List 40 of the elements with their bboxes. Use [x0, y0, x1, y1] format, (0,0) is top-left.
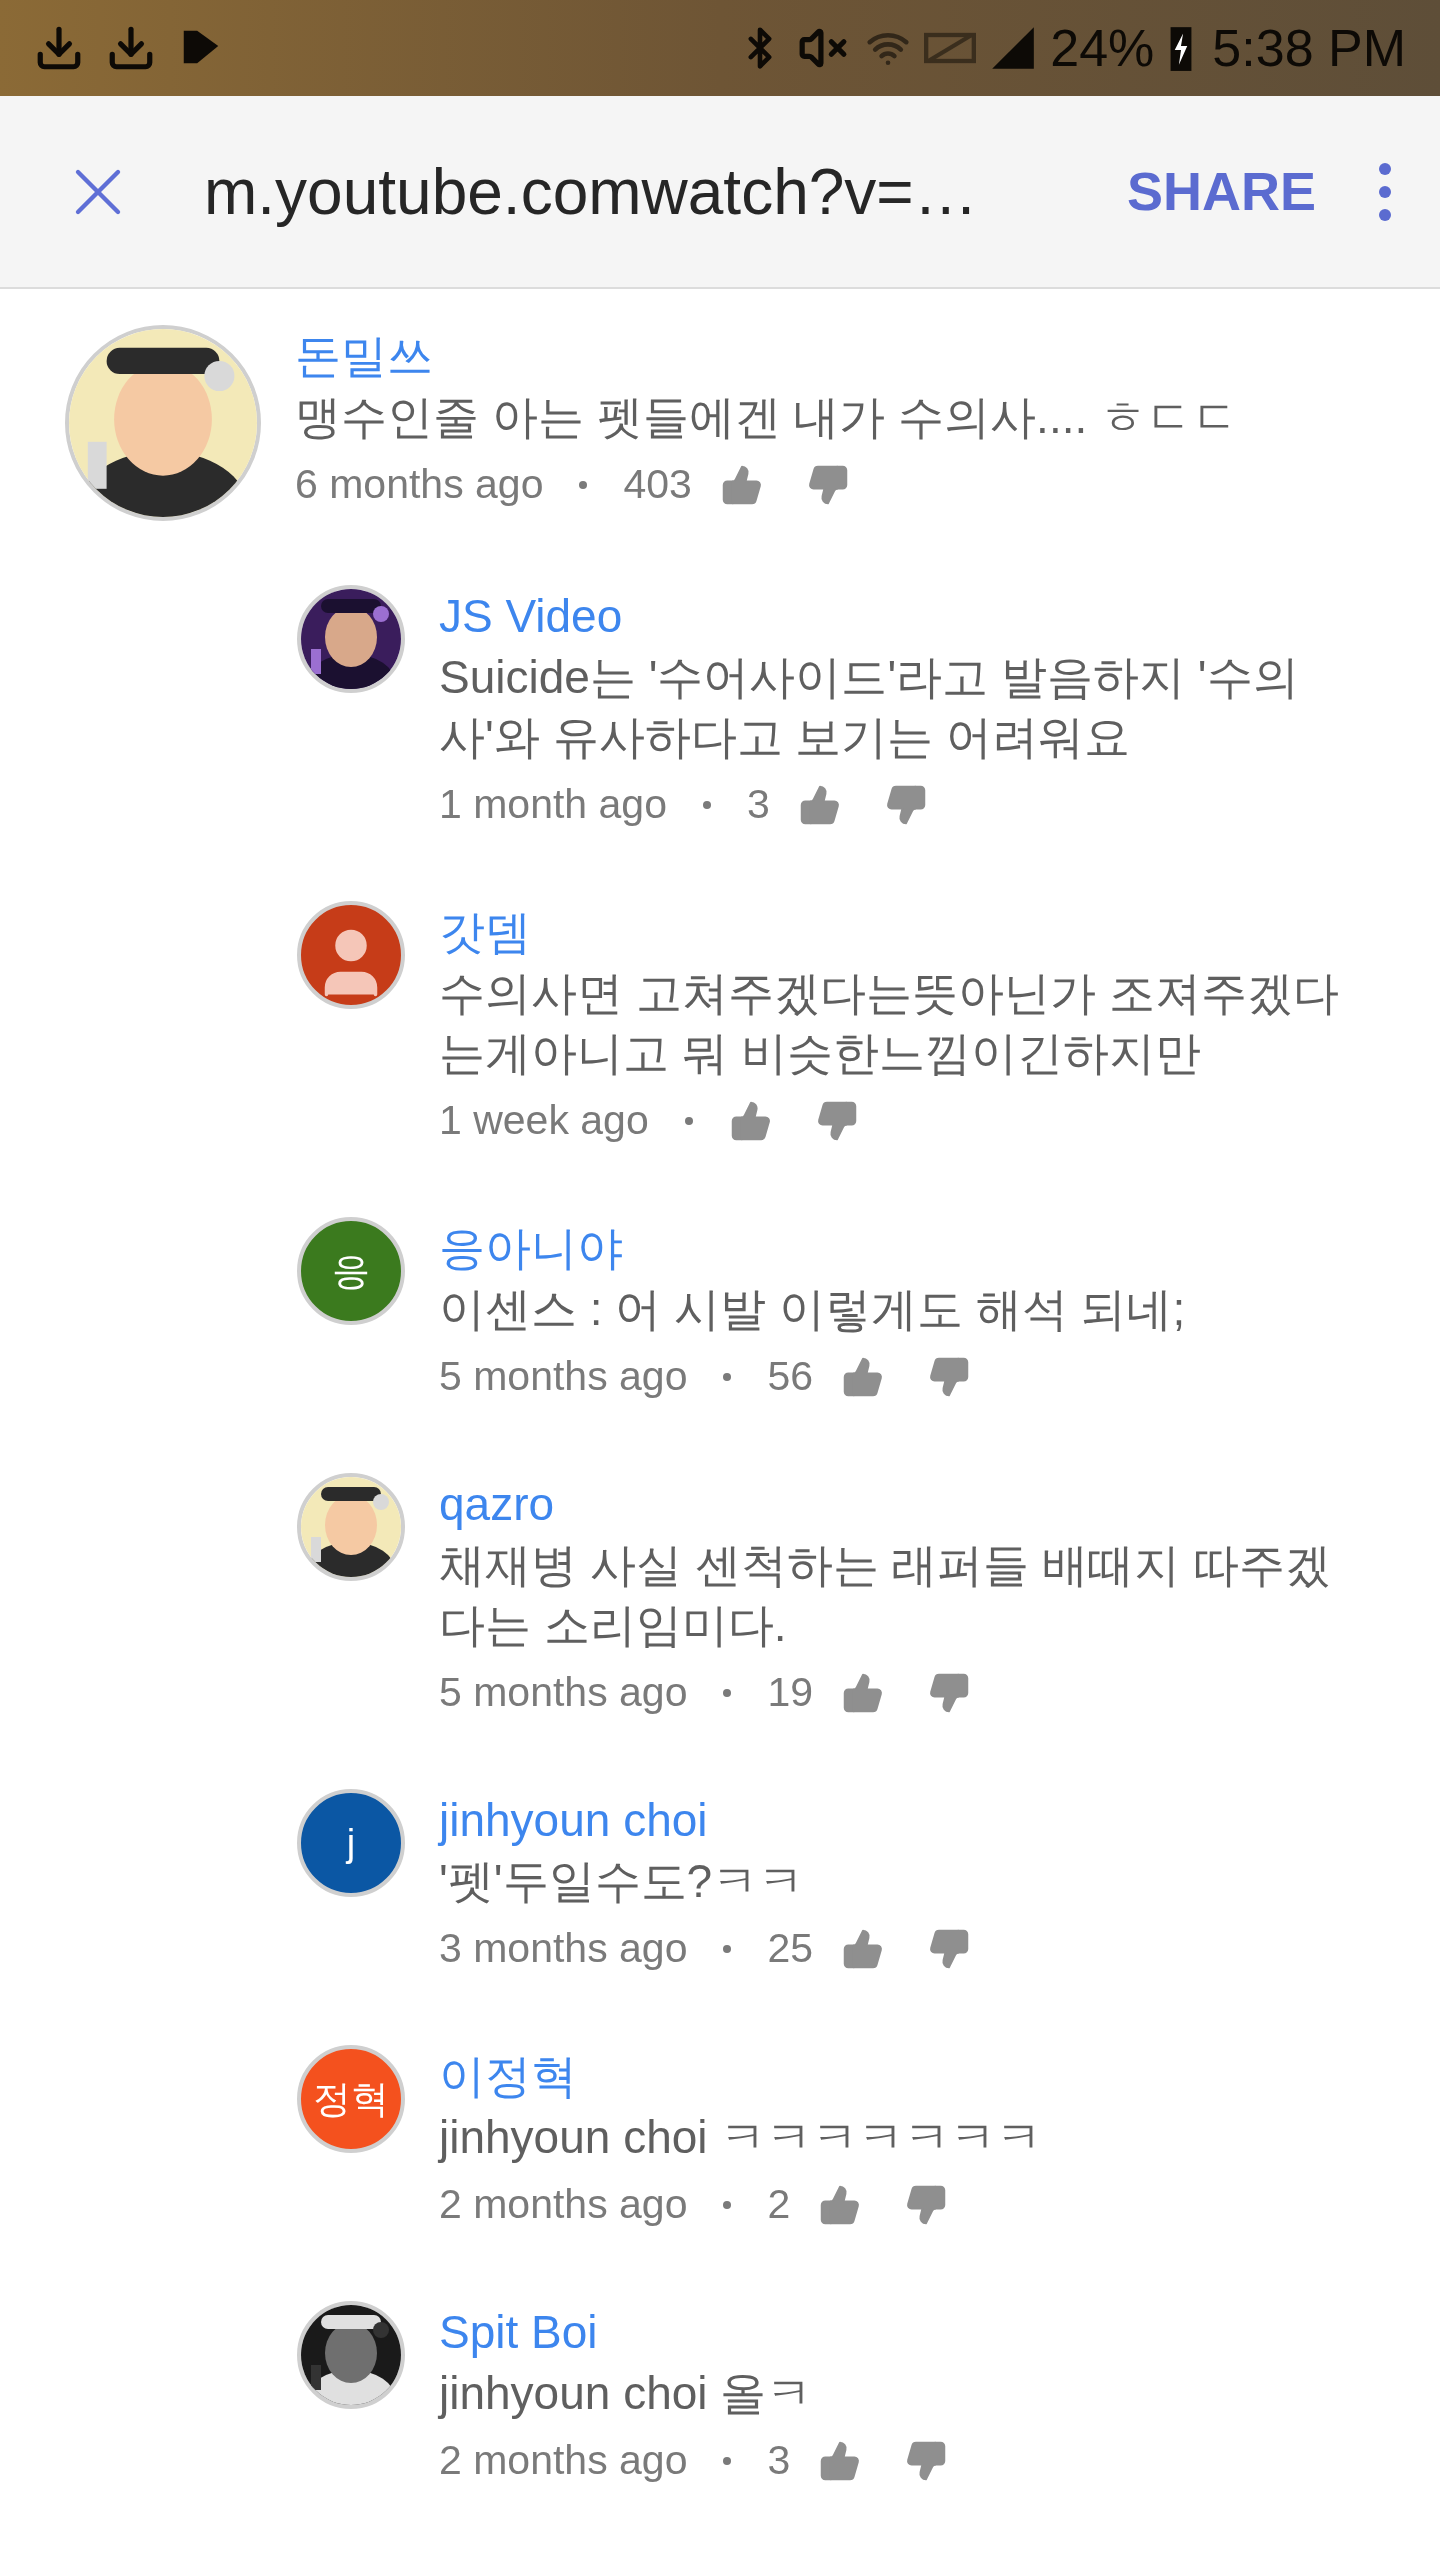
more-icon: [1378, 161, 1392, 222]
clock: 5:38 PM: [1212, 18, 1406, 79]
comment-time: 5 months ago: [439, 1352, 688, 1402]
comment-time: 5 months ago: [439, 1668, 688, 1718]
comment-text: 채재병 사실 센척하는 래퍼들 배때지 따주겠다는 소리임미다.: [439, 1538, 1332, 1653]
author-name[interactable]: qazro: [439, 1473, 1339, 1535]
author-name[interactable]: jinhyoun choi: [439, 1789, 972, 1851]
author-name[interactable]: 돈밀쓰: [295, 325, 1239, 387]
like-count: 25: [767, 1924, 814, 1974]
author-name[interactable]: 갓뎀: [439, 901, 1339, 963]
comment-time: 3 months ago: [439, 1924, 688, 1974]
like-count: 3: [767, 2436, 791, 2486]
avatar: j: [297, 1789, 405, 1897]
author-name[interactable]: 이정혁: [439, 2045, 1043, 2107]
comment-text: jinhyoun choi 올ㅋ: [439, 2366, 814, 2421]
comment-text: '펫'두일수도?ㅋㅋ: [439, 1854, 806, 1909]
battery-percent: 24%: [1050, 18, 1155, 79]
like-count: 19: [767, 1668, 814, 1718]
comment-text: 맹수인줄 아는 펫들에겐 내가 수의사.... ㅎㄷㄷ: [295, 390, 1239, 445]
avatar: 응: [297, 1217, 405, 1325]
comment-text: 이센스 : 어 시발 이렇게도 해석 되네;: [439, 1282, 1186, 1337]
comment-time: 2 months ago: [439, 2180, 688, 2230]
comment-time: 2 months ago: [439, 2436, 688, 2486]
like-count: 56: [767, 1352, 814, 1402]
author-name[interactable]: Spit Boi: [439, 2301, 949, 2363]
comment-time: 6 months ago: [295, 460, 544, 510]
page-url[interactable]: m.youtube.comwatch?v=…: [204, 143, 978, 240]
like-count: 2: [767, 2180, 791, 2230]
comment-text: 수의사면 고쳐주겠다는뜻아닌가 조져주겠다는게아니고 뭐 비슷한느낌이긴하지만: [439, 966, 1339, 1081]
like-count: 3: [746, 780, 770, 830]
avatar: 정혁: [297, 2045, 405, 2153]
author-name[interactable]: 응아니야: [439, 1217, 1186, 1279]
share-button[interactable]: SHARE: [1126, 151, 1316, 232]
author-name[interactable]: JS Video: [439, 585, 1339, 647]
comment-time: 1 week ago: [439, 1096, 649, 1146]
menu-button[interactable]: [1378, 161, 1392, 222]
like-count: 403: [623, 460, 692, 510]
comment-text: jinhyoun choi ㅋㅋㅋㅋㅋㅋㅋ: [439, 2110, 1043, 2165]
comment-time: 1 month ago: [439, 780, 667, 830]
comment-text: Suicide는 '수어사이드'라고 발음하지 '수의사'와 유사하다고 보기는 어려워요: [439, 650, 1300, 765]
